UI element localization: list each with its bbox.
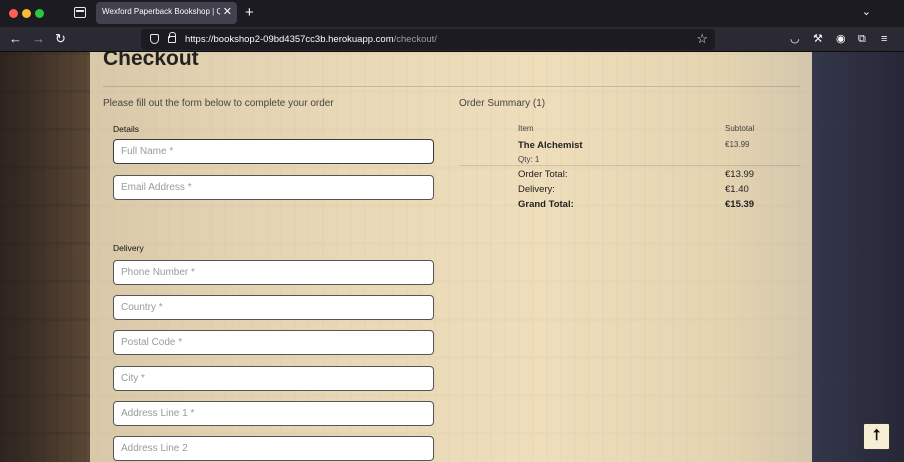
background-shade-right — [812, 52, 904, 462]
account-icon[interactable]: ◉ — [836, 32, 846, 46]
address-bar[interactable]: https://bookshop2-09bd4357cc3b.herokuapp… — [141, 29, 715, 50]
details-label: Details — [113, 124, 139, 134]
email-input[interactable] — [113, 175, 434, 200]
close-window-button[interactable] — [9, 9, 18, 18]
wrench-icon[interactable]: ⚒ — [813, 32, 823, 46]
page-title: Checkout — [103, 52, 199, 70]
order-summary-heading: Order Summary (1) — [459, 98, 546, 109]
menu-icon[interactable]: ≡ — [881, 32, 887, 46]
address-line-2-input[interactable] — [113, 436, 434, 461]
reload-button[interactable]: ↻ — [55, 31, 66, 47]
phone-input[interactable] — [113, 260, 434, 285]
summary-item-price: €13.99 — [725, 140, 750, 149]
full-name-input[interactable] — [113, 139, 434, 164]
url-host: https://bookshop2-09bd4357cc3b.herokuapp… — [185, 34, 394, 45]
order-total-value: €13.99 — [725, 169, 755, 180]
new-tab-button[interactable]: + — [245, 4, 254, 22]
address-line-1-input[interactable] — [113, 401, 434, 426]
postal-code-input[interactable] — [113, 330, 434, 355]
close-tab-icon[interactable]: ✕ — [223, 5, 232, 19]
checkout-intro: Please fill out the form below to comple… — [103, 98, 334, 109]
country-input[interactable] — [113, 295, 434, 320]
title-divider — [103, 86, 800, 87]
shield-icon[interactable] — [150, 34, 159, 44]
extensions-icon[interactable]: ⧉ — [858, 32, 866, 46]
grand-total-value: €15.39 — [725, 199, 755, 210]
browser-tab-bar: Wexford Paperback Bookshop | Qua ✕ + ⌄ — [0, 0, 904, 27]
maximize-window-button[interactable] — [35, 9, 44, 18]
back-to-top-button[interactable]: ⭡ — [863, 423, 890, 450]
pocket-icon[interactable]: ◡ — [790, 32, 800, 46]
order-total-label: Order Total: — [518, 169, 568, 180]
back-button[interactable]: ← — [9, 31, 22, 47]
grand-total-label: Grand Total: — [518, 199, 574, 210]
summary-item-title[interactable]: The Alchemist — [518, 140, 583, 151]
delivery-cost-value: €1.40 — [725, 184, 749, 195]
summary-item-qty: Qty: 1 — [518, 155, 540, 164]
url-text[interactable]: https://bookshop2-09bd4357cc3b.herokuapp… — [185, 34, 437, 45]
tabs-dropdown-icon[interactable]: ⌄ — [862, 5, 871, 19]
bookmark-star-icon[interactable]: ☆ — [696, 31, 708, 47]
subtotal-column-header: Subtotal — [725, 124, 755, 133]
delivery-cost-label: Delivery: — [518, 184, 555, 195]
url-path: /checkout/ — [393, 34, 437, 45]
page-viewport: Checkout Please fill out the form below … — [0, 52, 904, 462]
tab-list-icon[interactable] — [74, 7, 86, 18]
item-column-header: Item — [518, 124, 534, 133]
summary-divider — [459, 165, 800, 166]
browser-nav-bar: ← → ↻ https://bookshop2-09bd4357cc3b.her… — [0, 27, 904, 52]
forward-button[interactable]: → — [32, 31, 45, 47]
lock-icon[interactable] — [168, 32, 176, 43]
tab-title: Wexford Paperback Bookshop | Qua — [102, 7, 220, 16]
delivery-label: Delivery — [113, 243, 144, 253]
city-input[interactable] — [113, 366, 434, 391]
minimize-window-button[interactable] — [22, 9, 31, 18]
background-shade-left — [0, 52, 90, 462]
arrow-up-icon: ⭡ — [872, 427, 881, 444]
active-tab[interactable]: Wexford Paperback Bookshop | Qua ✕ — [96, 2, 237, 24]
